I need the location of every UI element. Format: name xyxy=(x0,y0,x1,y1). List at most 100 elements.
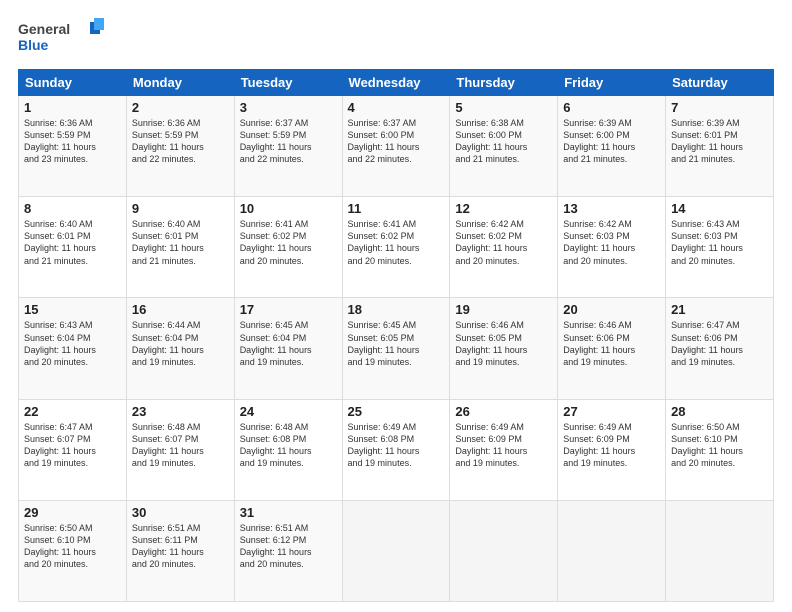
day-number: 9 xyxy=(132,201,229,216)
day-number: 26 xyxy=(455,404,552,419)
header-day-wednesday: Wednesday xyxy=(342,70,450,96)
day-cell: 18 Sunrise: 6:45 AM Sunset: 6:05 PM Dayli… xyxy=(342,298,450,399)
day-info: Sunrise: 6:48 AM Sunset: 6:08 PM Dayligh… xyxy=(240,421,337,470)
day-cell: 2Sunrise: 6:36 AM Sunset: 5:59 PM Daylig… xyxy=(126,96,234,197)
day-number: 24 xyxy=(240,404,337,419)
day-number: 17 xyxy=(240,302,337,317)
week-row-4: 22 Sunrise: 6:47 AM Sunset: 6:07 PM Dayli… xyxy=(19,399,774,500)
day-cell xyxy=(450,500,558,601)
day-info: Sunrise: 6:37 AM Sunset: 5:59 PM Dayligh… xyxy=(240,117,337,166)
day-info: Sunrise: 6:36 AM Sunset: 5:59 PM Dayligh… xyxy=(24,117,121,166)
day-cell: 14Sunrise: 6:43 AM Sunset: 6:03 PM Dayli… xyxy=(666,197,774,298)
day-number: 12 xyxy=(455,201,552,216)
day-cell: 25Sunrise: 6:49 AM Sunset: 6:08 PM Dayli… xyxy=(342,399,450,500)
day-number: 13 xyxy=(563,201,660,216)
day-cell: 12 Sunrise: 6:42 AM Sunset: 6:02 PM Dayli… xyxy=(450,197,558,298)
day-cell: 23Sunrise: 6:48 AM Sunset: 6:07 PM Dayli… xyxy=(126,399,234,500)
day-cell: 1 Sunrise: 6:36 AM Sunset: 5:59 PM Daylig… xyxy=(19,96,127,197)
day-cell: 26 Sunrise: 6:49 AM Sunset: 6:09 PM Dayli… xyxy=(450,399,558,500)
header-day-monday: Monday xyxy=(126,70,234,96)
day-cell xyxy=(666,500,774,601)
logo-svg: General Blue xyxy=(18,16,108,56)
day-info: Sunrise: 6:45 AM Sunset: 6:04 PM Dayligh… xyxy=(240,319,337,368)
day-info: Sunrise: 6:50 AM Sunset: 6:10 PM Dayligh… xyxy=(24,522,121,571)
day-cell: 19 Sunrise: 6:46 AM Sunset: 6:05 PM Dayli… xyxy=(450,298,558,399)
day-cell: 27Sunrise: 6:49 AM Sunset: 6:09 PM Dayli… xyxy=(558,399,666,500)
day-info: Sunrise: 6:41 AM Sunset: 6:02 PM Dayligh… xyxy=(348,218,445,267)
day-number: 7 xyxy=(671,100,768,115)
day-number: 21 xyxy=(671,302,768,317)
calendar-table: SundayMondayTuesdayWednesdayThursdayFrid… xyxy=(18,69,774,602)
svg-text:General: General xyxy=(18,21,70,37)
day-number: 15 xyxy=(24,302,121,317)
day-info: Sunrise: 6:48 AM Sunset: 6:07 PM Dayligh… xyxy=(132,421,229,470)
header-day-saturday: Saturday xyxy=(666,70,774,96)
day-cell xyxy=(558,500,666,601)
day-cell: 3 Sunrise: 6:37 AM Sunset: 5:59 PM Daylig… xyxy=(234,96,342,197)
day-number: 3 xyxy=(240,100,337,115)
day-info: Sunrise: 6:40 AM Sunset: 6:01 PM Dayligh… xyxy=(132,218,229,267)
header: General Blue xyxy=(18,16,774,61)
day-cell: 24 Sunrise: 6:48 AM Sunset: 6:08 PM Dayli… xyxy=(234,399,342,500)
week-row-3: 15 Sunrise: 6:43 AM Sunset: 6:04 PM Dayli… xyxy=(19,298,774,399)
week-row-5: 29 Sunrise: 6:50 AM Sunset: 6:10 PM Dayli… xyxy=(19,500,774,601)
day-number: 5 xyxy=(455,100,552,115)
day-number: 19 xyxy=(455,302,552,317)
day-info: Sunrise: 6:43 AM Sunset: 6:04 PM Dayligh… xyxy=(24,319,121,368)
day-cell: 4 Sunrise: 6:37 AM Sunset: 6:00 PM Daylig… xyxy=(342,96,450,197)
day-number: 8 xyxy=(24,201,121,216)
day-info: Sunrise: 6:49 AM Sunset: 6:09 PM Dayligh… xyxy=(563,421,660,470)
day-cell: 5Sunrise: 6:38 AM Sunset: 6:00 PM Daylig… xyxy=(450,96,558,197)
day-info: Sunrise: 6:42 AM Sunset: 6:02 PM Dayligh… xyxy=(455,218,552,267)
day-number: 20 xyxy=(563,302,660,317)
day-number: 14 xyxy=(671,201,768,216)
day-number: 30 xyxy=(132,505,229,520)
day-number: 25 xyxy=(348,404,445,419)
logo: General Blue xyxy=(18,16,108,61)
day-info: Sunrise: 6:39 AM Sunset: 6:00 PM Dayligh… xyxy=(563,117,660,166)
day-info: Sunrise: 6:42 AM Sunset: 6:03 PM Dayligh… xyxy=(563,218,660,267)
day-cell xyxy=(342,500,450,601)
day-cell: 10 Sunrise: 6:41 AM Sunset: 6:02 PM Dayli… xyxy=(234,197,342,298)
day-cell: 16Sunrise: 6:44 AM Sunset: 6:04 PM Dayli… xyxy=(126,298,234,399)
day-number: 29 xyxy=(24,505,121,520)
day-cell: 13 Sunrise: 6:42 AM Sunset: 6:03 PM Dayli… xyxy=(558,197,666,298)
day-cell: 11 Sunrise: 6:41 AM Sunset: 6:02 PM Dayli… xyxy=(342,197,450,298)
day-number: 22 xyxy=(24,404,121,419)
day-info: Sunrise: 6:49 AM Sunset: 6:09 PM Dayligh… xyxy=(455,421,552,470)
header-row: SundayMondayTuesdayWednesdayThursdayFrid… xyxy=(19,70,774,96)
day-number: 28 xyxy=(671,404,768,419)
logo-block: General Blue xyxy=(18,16,108,61)
page: General Blue SundayMondayTuesdayWednesda… xyxy=(0,0,792,612)
calendar-header: SundayMondayTuesdayWednesdayThursdayFrid… xyxy=(19,70,774,96)
day-info: Sunrise: 6:39 AM Sunset: 6:01 PM Dayligh… xyxy=(671,117,768,166)
week-row-2: 8 Sunrise: 6:40 AM Sunset: 6:01 PM Daylig… xyxy=(19,197,774,298)
day-info: Sunrise: 6:45 AM Sunset: 6:05 PM Dayligh… xyxy=(348,319,445,368)
day-cell: 17 Sunrise: 6:45 AM Sunset: 6:04 PM Dayli… xyxy=(234,298,342,399)
day-number: 1 xyxy=(24,100,121,115)
day-info: Sunrise: 6:47 AM Sunset: 6:06 PM Dayligh… xyxy=(671,319,768,368)
day-cell: 7 Sunrise: 6:39 AM Sunset: 6:01 PM Daylig… xyxy=(666,96,774,197)
day-info: Sunrise: 6:41 AM Sunset: 6:02 PM Dayligh… xyxy=(240,218,337,267)
day-cell: 30Sunrise: 6:51 AM Sunset: 6:11 PM Dayli… xyxy=(126,500,234,601)
day-info: Sunrise: 6:37 AM Sunset: 6:00 PM Dayligh… xyxy=(348,117,445,166)
day-cell: 31Sunrise: 6:51 AM Sunset: 6:12 PM Dayli… xyxy=(234,500,342,601)
day-cell: 9 Sunrise: 6:40 AM Sunset: 6:01 PM Daylig… xyxy=(126,197,234,298)
day-cell: 29 Sunrise: 6:50 AM Sunset: 6:10 PM Dayli… xyxy=(19,500,127,601)
svg-text:Blue: Blue xyxy=(18,37,49,53)
week-row-1: 1 Sunrise: 6:36 AM Sunset: 5:59 PM Daylig… xyxy=(19,96,774,197)
day-number: 4 xyxy=(348,100,445,115)
day-cell: 8 Sunrise: 6:40 AM Sunset: 6:01 PM Daylig… xyxy=(19,197,127,298)
day-info: Sunrise: 6:46 AM Sunset: 6:05 PM Dayligh… xyxy=(455,319,552,368)
day-info: Sunrise: 6:44 AM Sunset: 6:04 PM Dayligh… xyxy=(132,319,229,368)
day-info: Sunrise: 6:40 AM Sunset: 6:01 PM Dayligh… xyxy=(24,218,121,267)
header-day-thursday: Thursday xyxy=(450,70,558,96)
header-day-friday: Friday xyxy=(558,70,666,96)
day-cell: 22 Sunrise: 6:47 AM Sunset: 6:07 PM Dayli… xyxy=(19,399,127,500)
day-number: 10 xyxy=(240,201,337,216)
day-number: 11 xyxy=(348,201,445,216)
day-number: 6 xyxy=(563,100,660,115)
day-info: Sunrise: 6:47 AM Sunset: 6:07 PM Dayligh… xyxy=(24,421,121,470)
day-number: 18 xyxy=(348,302,445,317)
day-number: 31 xyxy=(240,505,337,520)
